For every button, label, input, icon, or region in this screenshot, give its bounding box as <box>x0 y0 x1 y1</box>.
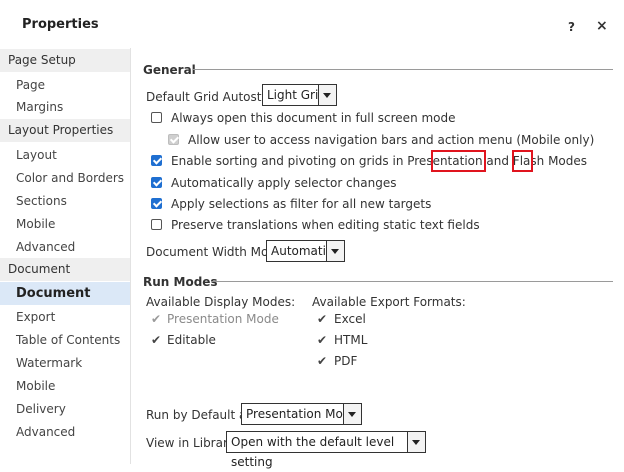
chevron-down-icon <box>343 404 361 424</box>
sidebar-item-color-and-borders[interactable]: Color and Borders <box>16 171 124 185</box>
label-pdf: PDF <box>334 354 358 368</box>
sidebar-header-layout-properties: Layout Properties <box>0 119 130 142</box>
sidebar-item-layout[interactable]: Layout <box>16 148 57 162</box>
dialog-title: Properties <box>22 17 99 32</box>
chevron-down-icon <box>318 85 336 105</box>
label-editable: Editable <box>167 333 216 347</box>
close-icon[interactable]: × <box>596 18 608 34</box>
view-library-select[interactable]: Open with the default level setting <box>226 431 426 469</box>
checkmark-html[interactable]: ✔ <box>317 333 327 347</box>
sidebar-item-table-of-contents[interactable]: Table of Contents <box>16 333 120 347</box>
width-mode-value: Automatic <box>271 244 333 258</box>
dialog-titlebar: Properties ? × <box>0 0 624 48</box>
sidebar-item-delivery[interactable]: Delivery <box>16 402 66 416</box>
sidebar-item-watermark[interactable]: Watermark <box>16 356 82 370</box>
label-excel: Excel <box>334 312 366 326</box>
section-title-run-modes: Run Modes <box>143 275 218 289</box>
highlight-box-flash <box>431 150 486 172</box>
label-preserve-translations: Preserve translations when editing stati… <box>171 218 480 232</box>
run-default-value: Presentation Mode <box>246 407 358 421</box>
section-divider-run-modes <box>211 281 613 282</box>
checkmark-editable[interactable]: ✔ <box>151 333 161 347</box>
checkbox-enable-sorting[interactable] <box>151 155 162 166</box>
sidebar-item-mobile[interactable]: Mobile <box>16 217 55 231</box>
sidebar-item-page[interactable]: Page <box>16 78 45 92</box>
label-html: HTML <box>334 333 368 347</box>
section-title-general: General <box>143 63 196 77</box>
label-apply-selector: Automatically apply selector changes <box>171 176 397 190</box>
sidebar: Page Setup Page Margins Layout Propertie… <box>0 48 131 464</box>
display-modes-label: Available Display Modes: <box>146 295 296 309</box>
sidebar-item-export[interactable]: Export <box>16 310 55 324</box>
help-icon[interactable]: ? <box>568 20 575 34</box>
checkbox-preserve-translations[interactable] <box>151 219 162 230</box>
sidebar-item-margins[interactable]: Margins <box>16 100 63 114</box>
checkbox-full-screen[interactable] <box>151 112 162 123</box>
chevron-down-icon <box>326 241 344 261</box>
run-default-select[interactable]: Presentation Mode <box>241 403 362 425</box>
label-full-screen: Always open this document in full screen… <box>171 111 456 125</box>
sidebar-item-advanced-doc[interactable]: Advanced <box>16 425 75 439</box>
highlight-box-empty <box>512 150 533 172</box>
width-mode-select[interactable]: Automatic <box>266 240 345 262</box>
label-allow-navigation: Allow user to access navigation bars and… <box>188 133 595 147</box>
grid-autostyle-select[interactable]: Light Grid <box>262 84 337 106</box>
sidebar-item-advanced[interactable]: Advanced <box>16 240 75 254</box>
sidebar-header-document-properties: Document Properties <box>0 258 130 299</box>
sidebar-header-page-setup: Page Setup <box>0 49 130 72</box>
checkbox-allow-navigation <box>168 134 179 145</box>
label-presentation-mode: Presentation Mode <box>167 312 279 326</box>
view-library-label: View in Library: <box>146 436 239 450</box>
label-apply-filter: Apply selections as filter for all new t… <box>171 197 432 211</box>
section-divider-general <box>193 69 613 70</box>
sidebar-item-mobile-doc[interactable]: Mobile <box>16 379 55 393</box>
checkbox-apply-selector[interactable] <box>151 177 162 188</box>
export-formats-label: Available Export Formats: <box>312 295 466 309</box>
chevron-down-icon <box>407 432 425 452</box>
sidebar-item-document[interactable]: Document <box>0 282 130 305</box>
checkbox-apply-filter[interactable] <box>151 198 162 209</box>
sidebar-item-sections[interactable]: Sections <box>16 194 67 208</box>
checkmark-excel[interactable]: ✔ <box>317 312 327 326</box>
content-panel: General Default Grid Autostyle: Light Gr… <box>131 48 624 469</box>
checkmark-pdf[interactable]: ✔ <box>317 354 327 368</box>
checkmark-presentation-mode: ✔ <box>151 312 162 326</box>
